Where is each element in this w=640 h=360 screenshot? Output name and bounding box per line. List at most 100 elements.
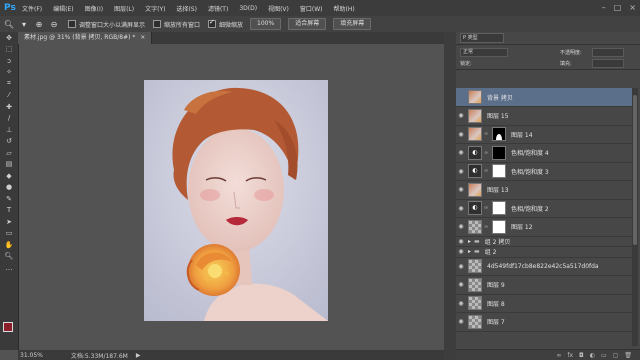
visibility-eye-icon[interactable]: ◉: [456, 248, 466, 255]
zoom-level[interactable]: 31.05%: [20, 352, 43, 359]
layer-row[interactable]: ◉ 图层 15: [456, 107, 636, 126]
layer-name[interactable]: 图层 9: [487, 280, 505, 289]
document-tab[interactable]: 素材.jpg @ 31% (背景 拷贝, RGB/8#) * ×: [18, 32, 153, 44]
visibility-eye-icon[interactable]: ◉: [456, 131, 466, 138]
visibility-eye-icon[interactable]: ◉: [456, 112, 466, 119]
fill-screen-button[interactable]: 填充屏幕: [333, 18, 372, 30]
dropdown-icon[interactable]: ▾: [18, 18, 30, 30]
crop-tool-icon[interactable]: ⌗: [0, 78, 18, 90]
layer-thumbnail[interactable]: [468, 277, 482, 292]
foreground-color-swatch[interactable]: [3, 322, 13, 332]
scrubby-zoom-checkbox[interactable]: 细微缩放: [208, 18, 243, 29]
visibility-eye-icon[interactable]: ◉: [456, 168, 466, 175]
layer-name[interactable]: 图层 14: [511, 130, 533, 139]
layer-row[interactable]: 背景 拷贝: [456, 88, 636, 107]
clone-stamp-icon[interactable]: ⊥: [0, 124, 18, 136]
marquee-tool-icon[interactable]: ⬚: [0, 44, 18, 56]
opacity-input[interactable]: [592, 48, 624, 57]
gradient-tool-icon[interactable]: ▤: [0, 159, 18, 171]
layer-row[interactable]: ◉ ∞ 图层 12: [456, 218, 636, 237]
layer-name[interactable]: 图层 12: [511, 222, 533, 231]
status-arrow-icon[interactable]: ▶: [136, 352, 141, 359]
rectangle-tool-icon[interactable]: ▭: [0, 228, 18, 240]
pen-tool-icon[interactable]: ✎: [0, 193, 18, 205]
layer-name[interactable]: 色相/饱和度 4: [511, 148, 549, 157]
visibility-eye-icon[interactable]: ◉: [456, 223, 466, 230]
layer-group-row[interactable]: ◉ ▸ ▬ 组 2: [456, 247, 636, 258]
visibility-eye-icon[interactable]: ◉: [456, 300, 466, 307]
layer-mask-thumbnail[interactable]: [492, 164, 506, 178]
layer-row[interactable]: ◉ ◐ ∞ 色相/饱和度 4: [456, 144, 636, 163]
group-name[interactable]: 组 2: [485, 247, 497, 256]
menu-select[interactable]: 选择(S): [176, 4, 197, 13]
link-icon[interactable]: ∞: [556, 352, 561, 359]
checkbox-box[interactable]: [153, 20, 162, 28]
eraser-icon[interactable]: ▱: [0, 147, 18, 159]
move-tool-icon[interactable]: ✥: [0, 32, 18, 44]
lasso-tool-icon[interactable]: ↄ: [0, 55, 18, 67]
menu-help[interactable]: 帮助(H): [334, 4, 355, 13]
maximize-icon[interactable]: □: [614, 3, 622, 12]
menu-edit[interactable]: 编辑(E): [53, 4, 73, 13]
layer-filter-dropdown[interactable]: P 类型: [460, 33, 504, 43]
eyedropper-icon[interactable]: ⁄: [0, 90, 18, 102]
layer-row[interactable]: ◉ 图层 8: [456, 294, 636, 313]
layer-name[interactable]: 图层 7: [487, 317, 505, 326]
close-icon[interactable]: ×: [629, 3, 636, 12]
hand-tool-icon[interactable]: ✋: [0, 239, 18, 251]
visibility-eye-icon[interactable]: ◉: [456, 263, 466, 270]
menu-layer[interactable]: 图层(L): [114, 4, 134, 13]
group-name[interactable]: 组 2 拷贝: [485, 237, 511, 246]
layer-thumbnail[interactable]: [468, 314, 482, 329]
fx-icon[interactable]: fx: [567, 352, 573, 359]
layer-row[interactable]: ◉ ∞ 图层 14: [456, 125, 636, 144]
layer-row[interactable]: ◉ 图层 13: [456, 181, 636, 200]
expand-arrow-icon[interactable]: ▸: [468, 248, 471, 255]
canvas-image[interactable]: [144, 80, 328, 321]
resize-windows-checkbox[interactable]: 调整窗口大小以满屏显示: [68, 20, 145, 29]
fill-input[interactable]: [592, 59, 624, 68]
layer-row[interactable]: ◉ ◐ ∞ 色相/饱和度 2: [456, 199, 636, 218]
trash-icon[interactable]: 🗑: [624, 352, 632, 359]
layer-mask-thumbnail[interactable]: [492, 201, 506, 215]
layer-thumbnail[interactable]: [468, 108, 482, 123]
layer-row[interactable]: ◉ 图层 9: [456, 276, 636, 295]
blur-tool-icon[interactable]: ◆: [0, 170, 18, 182]
checkbox-box[interactable]: [68, 20, 76, 28]
menu-type[interactable]: 文字(Y): [145, 4, 165, 13]
healing-brush-icon[interactable]: ✚: [0, 101, 18, 113]
layer-mask-thumbnail[interactable]: [492, 145, 506, 160]
menu-view[interactable]: 视图(V): [268, 4, 289, 13]
path-select-icon[interactable]: ➤: [0, 216, 18, 228]
link-icon[interactable]: ∞: [484, 131, 489, 137]
adjustment-icon[interactable]: ◐: [590, 352, 595, 359]
layer-row[interactable]: ◉ 图层 7: [456, 313, 636, 332]
layer-thumbnail[interactable]: [468, 219, 482, 234]
fit-screen-button[interactable]: 适合屏幕: [288, 18, 327, 30]
layer-thumbnail[interactable]: [468, 127, 482, 141]
layer-thumbnail[interactable]: ◐: [468, 145, 482, 160]
actual-pixels-button[interactable]: 100%: [250, 18, 282, 30]
visibility-eye-icon[interactable]: ◉: [456, 149, 466, 156]
new-layer-icon[interactable]: ▢: [613, 352, 619, 359]
menu-window[interactable]: 窗口(W): [300, 4, 323, 13]
zoom-out-icon[interactable]: ⊖: [48, 18, 60, 30]
dodge-tool-icon[interactable]: ●: [0, 182, 18, 194]
history-brush-icon[interactable]: ↺: [0, 136, 18, 148]
blend-mode-dropdown[interactable]: 正常: [460, 48, 508, 57]
visibility-eye-icon[interactable]: ◉: [456, 281, 466, 288]
layer-thumbnail[interactable]: [468, 259, 482, 273]
zoom-in-icon[interactable]: ⊕: [33, 18, 45, 30]
layer-mask-thumbnail[interactable]: [492, 127, 506, 141]
zoom-all-windows-checkbox[interactable]: 缩放所有窗口: [153, 20, 200, 29]
layer-thumbnail[interactable]: [468, 296, 482, 310]
visibility-eye-icon[interactable]: ◉: [456, 186, 466, 193]
menu-filter[interactable]: 滤镜(T): [208, 4, 228, 13]
zoom-tool-icon[interactable]: 🔍︎: [3, 18, 15, 30]
tab-close-icon[interactable]: ×: [140, 34, 145, 41]
visibility-eye-icon[interactable]: ◉: [456, 205, 466, 212]
layer-row[interactable]: ◉ ◐ ∞ 色相/饱和度 3: [456, 162, 636, 181]
menu-3d[interactable]: 3D(D): [239, 5, 257, 12]
mask-icon[interactable]: ◘: [579, 352, 584, 359]
layer-name[interactable]: 4d549fdf17cb8e822e42c5a517d0fda: [487, 263, 599, 270]
